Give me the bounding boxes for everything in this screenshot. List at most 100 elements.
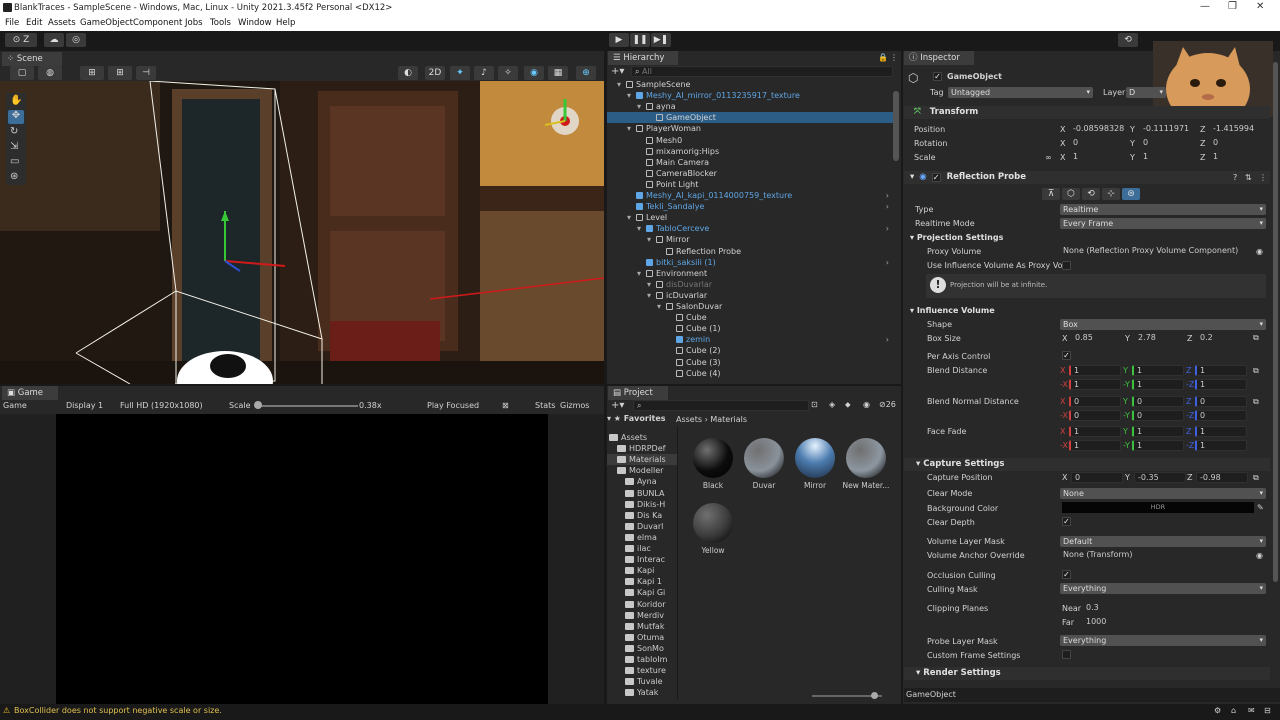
close-button[interactable]: ✕ xyxy=(1256,1,1264,12)
project-folder-row[interactable]: tabloIm xyxy=(607,654,677,665)
render-settings-header[interactable]: ▾ Render Settings xyxy=(904,667,1270,680)
hand-tool-icon[interactable]: ✋ xyxy=(10,95,22,106)
hierarchy-row[interactable]: Cube (1) xyxy=(607,323,893,334)
tab-project[interactable]: ▤ Project xyxy=(608,386,668,400)
edit-influence-icon[interactable]: ⊼ xyxy=(1042,188,1060,200)
object-picker-icon[interactable]: ◉ xyxy=(1256,247,1263,256)
scale-x-field[interactable]: 1 xyxy=(1070,152,1130,163)
minimize-button[interactable]: — xyxy=(1200,1,1210,12)
edit-faces-icon[interactable]: ⟲ xyxy=(1082,188,1100,200)
history-icon[interactable]: ⟲ xyxy=(1118,33,1138,47)
rotation-y-field[interactable]: 0 xyxy=(1140,138,1200,149)
material-thumbnail[interactable] xyxy=(693,438,733,478)
hierarchy-row[interactable]: bitki_saksili (1) › xyxy=(607,257,893,268)
face-fade-ny-field[interactable]: 1 xyxy=(1132,440,1184,451)
tab-game[interactable]: ▣ Game xyxy=(2,386,58,400)
mute-audio-icon[interactable]: ⊠ xyxy=(502,401,509,410)
inspector-scrollbar[interactable] xyxy=(1273,62,1278,582)
projection-settings-foldout[interactable]: ▾ Projection Settings xyxy=(910,233,1270,242)
hierarchy-row[interactable]: ▾ Environment xyxy=(607,268,893,279)
hierarchy-row[interactable]: Reflection Probe xyxy=(607,246,893,257)
tag-icon[interactable]: ⬥ xyxy=(845,400,851,410)
background-color-swatch[interactable]: HDR xyxy=(1062,502,1254,513)
tab-inspector[interactable]: ⓘ Inspector xyxy=(904,51,974,65)
transform-tools-icon[interactable]: ⊞ xyxy=(80,66,104,80)
anchor-picker-icon[interactable]: ◉ xyxy=(1256,551,1263,560)
foldout-arrow-icon[interactable]: ▾ xyxy=(617,79,626,90)
hierarchy-scrollbar[interactable] xyxy=(893,91,899,161)
display-select[interactable]: Display 1 xyxy=(66,401,103,410)
gizmos-button[interactable]: Gizmos xyxy=(560,401,589,410)
rotate-tool-icon[interactable]: ↻ xyxy=(10,126,18,137)
menu-tools[interactable]: Tools xyxy=(210,18,231,28)
project-folder-row[interactable]: Assets xyxy=(607,432,677,443)
scale-z-field[interactable]: 1 xyxy=(1210,152,1270,163)
menu-component[interactable]: Component xyxy=(133,18,182,28)
reflection-probe-header[interactable]: ▾ ◉ ✓ Reflection Probe xyxy=(904,171,1270,184)
tab-hierarchy[interactable]: ☰ Hierarchy xyxy=(608,51,678,65)
preset-icon[interactable]: ⇅ xyxy=(1245,173,1252,182)
prefab-open-icon[interactable]: › xyxy=(886,201,889,212)
position-z-field[interactable]: -1.415994 xyxy=(1210,124,1270,135)
blend-normal-edit-icon[interactable]: ⧉ xyxy=(1253,397,1259,407)
stats-button[interactable]: Stats xyxy=(535,401,555,410)
menu-edit[interactable]: Edit xyxy=(26,18,42,28)
create-asset-button[interactable]: +▾ xyxy=(611,400,624,411)
project-folder-row[interactable]: Dis Ka xyxy=(607,510,677,521)
project-folder-row[interactable]: Modeller xyxy=(607,465,677,476)
foldout-arrow-icon[interactable]: ▾ xyxy=(627,212,636,223)
clear-depth-toggle[interactable]: ✓ xyxy=(1062,517,1071,526)
edit-capture-icon[interactable]: ⊹ xyxy=(1102,188,1120,200)
face-fade-z-field[interactable]: 1 xyxy=(1195,426,1247,437)
culling-mask-select[interactable]: Everything xyxy=(1060,583,1266,594)
eyedropper-icon[interactable]: ✎ xyxy=(1257,503,1264,512)
hierarchy-row[interactable]: CameraBlocker xyxy=(607,168,893,179)
prefab-open-icon[interactable]: › xyxy=(886,223,889,234)
hierarchy-row[interactable]: ▾ icDuvarlar xyxy=(607,290,893,301)
globe-icon[interactable]: ⊕ xyxy=(576,66,596,80)
hierarchy-row[interactable]: Meshy_AI_kapi_0114000759_texture › xyxy=(607,190,893,201)
rotation-x-field[interactable]: 0 xyxy=(1070,138,1130,149)
hierarchy-row[interactable]: Mesh0 xyxy=(607,135,893,146)
project-folder-row[interactable]: Yatak xyxy=(607,687,677,698)
material-thumbnail[interactable] xyxy=(846,438,886,478)
lock-icon[interactable]: 🔒 xyxy=(878,53,888,62)
material-thumbnail[interactable] xyxy=(795,438,835,478)
proxy-volume-field[interactable]: None (Reflection Proxy Volume Component) xyxy=(1060,246,1262,257)
menu-file[interactable]: File xyxy=(5,18,19,28)
pause-button[interactable]: ❚❚ xyxy=(630,33,650,47)
hierarchy-row[interactable]: ▾ Level xyxy=(607,212,893,223)
near-field[interactable]: 0.3 xyxy=(1083,603,1263,614)
hierarchy-row[interactable]: Cube (2) xyxy=(607,345,893,356)
scale-slider[interactable] xyxy=(258,405,358,407)
box-size-z-field[interactable]: 0.2 xyxy=(1197,333,1249,344)
project-folder-row[interactable]: Mutfak xyxy=(607,621,677,632)
account-button[interactable]: ⊙ Z xyxy=(5,33,37,47)
position-y-field[interactable]: -0.1111971 xyxy=(1140,124,1200,135)
capture-z-field[interactable]: -0.98 xyxy=(1196,472,1248,483)
blend-normal-distance-nx-field[interactable]: 0 xyxy=(1069,410,1121,421)
camera-icon[interactable]: ◐ xyxy=(398,66,418,80)
icon-size-slider-thumb[interactable] xyxy=(871,692,878,699)
blend-normal-distance-nz-field[interactable]: 0 xyxy=(1195,410,1247,421)
scene-viewport[interactable]: ✋ ✥ ↻ ⇲ ▭ ⊛ xyxy=(0,81,604,384)
hierarchy-row[interactable]: ▾ disDuvarlar xyxy=(607,279,893,290)
project-folder-row[interactable]: Kapi xyxy=(607,565,677,576)
hierarchy-row[interactable]: Cube (3) xyxy=(607,357,893,368)
notifications-icon[interactable]: ✉ xyxy=(1248,706,1255,715)
tag-select[interactable]: Untagged xyxy=(948,87,1093,98)
box-size-y-field[interactable]: 2.78 xyxy=(1135,333,1187,344)
prefab-open-icon[interactable]: › xyxy=(886,190,889,201)
transform-header[interactable]: ⤧ Transform xyxy=(904,106,1270,119)
blend-normal-distance-y-field[interactable]: 0 xyxy=(1132,396,1184,407)
foldout-arrow-icon[interactable]: ▾ xyxy=(647,279,656,290)
lighting-icon[interactable]: ✦ xyxy=(450,66,470,80)
project-folder-row[interactable]: Interac xyxy=(607,554,677,565)
face-fade-nx-field[interactable]: 1 xyxy=(1069,440,1121,451)
maximize-button[interactable]: ❐ xyxy=(1228,1,1237,12)
per-axis-toggle[interactable]: ✓ xyxy=(1062,351,1071,360)
foldout-arrow-icon[interactable]: ▾ xyxy=(627,90,636,101)
volume-layer-mask-select[interactable]: Default xyxy=(1060,536,1266,547)
menu-gameobject[interactable]: GameObject xyxy=(80,18,133,28)
audio-icon[interactable]: ♪ xyxy=(474,66,494,80)
